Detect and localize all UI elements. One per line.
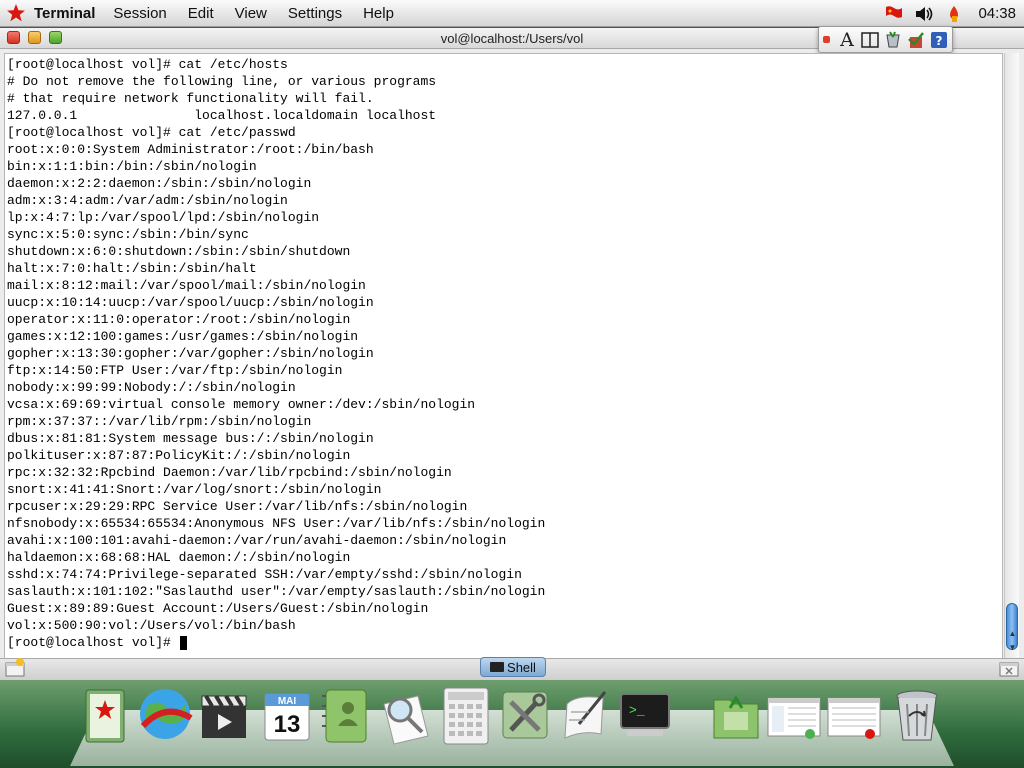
terminal-line: dbus:x:81:81:System message bus:/:/sbin/… [7, 431, 374, 446]
video-clapper-icon[interactable] [196, 684, 252, 746]
flag-icon[interactable] [884, 5, 904, 23]
trash-icon[interactable] [889, 684, 945, 746]
terminal-line: nfsnobody:x:65534:65534:Anonymous NFS Us… [7, 516, 546, 531]
terminal-line: rpm:x:37:37::/var/lib/rpm:/sbin/nologin [7, 414, 312, 429]
terminal-line: polkituser:x:87:87:PolicyKit:/:/sbin/nol… [7, 448, 351, 463]
scroll-up-arrow-icon[interactable]: ▲ [1007, 629, 1018, 638]
calendar-icon[interactable]: MAI 13 [259, 684, 315, 746]
terminal-line: # Do not remove the following line, or v… [7, 74, 437, 89]
contacts-icon[interactable] [318, 684, 374, 746]
terminal-window: vol@localhost:/Users/vol A ? [root@local… [0, 26, 1024, 680]
terminal-line: bin:x:1:1:bin:/bin:/sbin/nologin [7, 159, 257, 174]
floating-palette: A ? [818, 26, 953, 53]
terminal-line: daemon:x:2:2:daemon:/sbin:/sbin/nologin [7, 176, 312, 191]
document-viewer-icon[interactable] [378, 684, 434, 746]
window-thumbnail-icon[interactable] [766, 684, 822, 746]
menu-edit[interactable]: Edit [188, 5, 214, 22]
scroll-down-arrow-icon[interactable]: ▼ [1007, 643, 1018, 652]
checklist-icon[interactable] [906, 30, 925, 50]
file-manager-icon[interactable] [708, 684, 764, 746]
dock: MAI 13 >_ [0, 680, 1024, 768]
terminal-line: snort:x:41:41:Snort:/var/log/snort:/sbin… [7, 482, 382, 497]
terminal-line: halt:x:7:0:halt:/sbin:/sbin/halt [7, 261, 257, 276]
terminal-line: sync:x:5:0:sync:/sbin:/bin/sync [7, 227, 249, 242]
tab-shell[interactable]: Shell [480, 657, 546, 677]
font-icon[interactable]: A [838, 29, 857, 51]
tab-shell-label: Shell [507, 659, 536, 675]
terminal-line: adm:x:3:4:adm:/var/adm:/sbin/nologin [7, 193, 288, 208]
terminal-line: rpc:x:32:32:Rpcbind Daemon:/var/lib/rpcb… [7, 465, 452, 480]
help-icon[interactable]: ? [929, 30, 948, 50]
terminal-line: sshd:x:74:74:Privilege-separated SSH:/va… [7, 567, 522, 582]
terminal-line: vol:x:500:90:vol:/Users/vol:/bin/bash [7, 618, 296, 633]
system-tools-icon[interactable] [497, 684, 553, 746]
speaker-icon[interactable] [914, 5, 934, 23]
menu-view[interactable]: View [235, 5, 267, 22]
terminal-line: haldaemon:x:68:68:HAL daemon:/:/sbin/nol… [7, 550, 351, 565]
red-star-logo-icon[interactable] [6, 3, 26, 23]
terminal-line: games:x:12:100:games:/usr/games:/sbin/no… [7, 329, 359, 344]
terminal-tab-icon [490, 662, 505, 672]
status-area: 04:38 [884, 0, 1024, 27]
menu-bar: Terminal Session Edit View Settings Help… [0, 0, 1024, 27]
terminal-line: Guest:x:89:89:Guest Account:/Users/Guest… [7, 601, 429, 616]
browser-globe-icon[interactable] [137, 684, 193, 746]
window-thumbnail-icon[interactable] [826, 684, 882, 746]
terminal-line: rpcuser:x:29:29:RPC Service User:/var/li… [7, 499, 468, 514]
maximize-window-button[interactable] [49, 31, 62, 44]
terminal-prompt-glyph: >_ [629, 703, 645, 718]
palette-close-icon[interactable] [823, 36, 830, 43]
calendar-month: MAI [278, 696, 297, 707]
tab-bar: Shell [0, 657, 1024, 680]
terminal-line: root:x:0:0:System Administrator:/root:/b… [7, 142, 374, 157]
terminal-line: operator:x:11:0:operator:/root:/sbin/nol… [7, 312, 351, 327]
terminal-line: # that require network functionality wil… [7, 91, 374, 106]
terminal-icon[interactable]: >_ [617, 684, 673, 746]
minimize-window-button[interactable] [28, 31, 41, 44]
terminal-line: saslauth:x:101:102:"Saslauthd user":/var… [7, 584, 546, 599]
new-tab-icon[interactable] [4, 658, 26, 678]
columns-icon[interactable] [860, 30, 879, 50]
terminal-line: ftp:x:14:50:FTP User:/var/ftp:/sbin/nolo… [7, 363, 343, 378]
terminal-line: 127.0.0.1 localhost.localdomain localhos… [7, 108, 437, 123]
calendar-day: 13 [274, 711, 301, 738]
text-editor-icon[interactable] [557, 684, 613, 746]
cup-icon[interactable] [883, 30, 902, 50]
terminal-line: avahi:x:100:101:avahi-daemon:/var/run/av… [7, 533, 507, 548]
close-window-button[interactable] [7, 31, 20, 44]
close-tab-icon[interactable] [998, 658, 1020, 678]
terminal-line: uucp:x:10:14:uucp:/var/spool/uucp:/sbin/… [7, 295, 374, 310]
terminal-line: gopher:x:13:30:gopher:/var/gopher:/sbin/… [7, 346, 374, 361]
menu-help[interactable]: Help [363, 5, 394, 22]
terminal-line: shutdown:x:6:0:shutdown:/sbin:/sbin/shut… [7, 244, 351, 259]
terminal-line: nobody:x:99:99:Nobody:/:/sbin/nologin [7, 380, 296, 395]
address-book-icon[interactable] [78, 684, 134, 746]
terminal-line: vcsa:x:69:69:virtual console memory owne… [7, 397, 476, 412]
clock[interactable]: 04:38 [978, 5, 1016, 22]
terminal-line: lp:x:4:7:lp:/var/spool/lpd:/sbin/nologin [7, 210, 320, 225]
vertical-scrollbar[interactable]: ▲ ▼ [1004, 53, 1019, 661]
terminal-line: [root@localhost vol]# cat /etc/passwd [7, 125, 296, 140]
menu-session[interactable]: Session [113, 5, 166, 22]
terminal-line: mail:x:8:12:mail:/var/spool/mail:/sbin/n… [7, 278, 366, 293]
text-cursor [180, 636, 187, 650]
terminal-line: [root@localhost vol]# [7, 635, 179, 650]
menu-settings[interactable]: Settings [288, 5, 342, 22]
terminal-line: [root@localhost vol]# cat /etc/hosts [7, 57, 288, 72]
terminal-output[interactable]: [root@localhost vol]# cat /etc/hosts # Do… [4, 53, 1003, 661]
calculator-icon[interactable] [438, 684, 494, 746]
app-name-menu[interactable]: Terminal [34, 5, 95, 22]
svg-text:?: ? [935, 34, 942, 48]
battery-icon[interactable] [944, 5, 964, 23]
